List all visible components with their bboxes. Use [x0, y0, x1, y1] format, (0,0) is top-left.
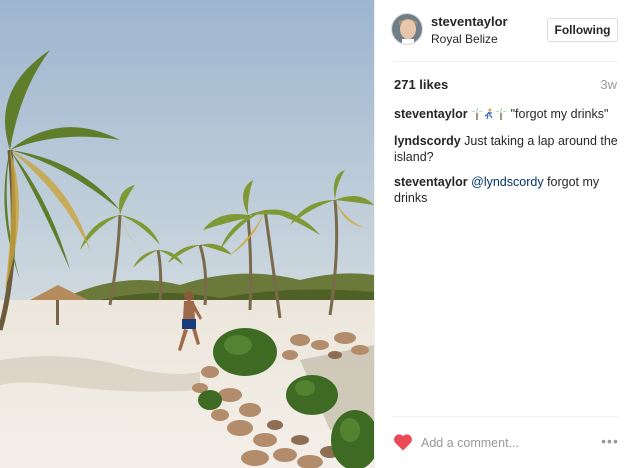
comment-username[interactable]: lyndscordy — [394, 134, 461, 148]
comment-caption: steventaylor "forgot my drinks" — [394, 106, 619, 124]
post-details-panel: steventaylor Royal Belize Following 271 … — [374, 0, 635, 468]
comment-username[interactable]: steventaylor — [394, 175, 468, 189]
author-username[interactable]: steventaylor — [431, 14, 508, 29]
comment-item: lyndscordy Just taking a lap around the … — [394, 133, 619, 165]
beach-photo-illustration — [0, 0, 374, 468]
comment-item: steventaylor @lyndscordy forgot my drink… — [394, 174, 619, 206]
heart-like-icon[interactable] — [393, 433, 413, 451]
likes-count[interactable]: 271 likes — [394, 77, 448, 92]
following-button[interactable]: Following — [547, 18, 618, 42]
comment-username[interactable]: steventaylor — [394, 107, 468, 121]
comment-text: "forgot my drinks" — [510, 107, 609, 121]
person-running-icon — [483, 108, 495, 124]
palm-tree-icon — [495, 108, 508, 124]
post-time[interactable]: 3w — [600, 77, 617, 92]
divider — [393, 61, 618, 62]
post-location[interactable]: Royal Belize — [431, 32, 498, 46]
comment-mention-link[interactable]: @lyndscordy — [471, 175, 543, 189]
more-options-icon[interactable]: ••• — [599, 433, 621, 449]
avatar[interactable] — [391, 13, 423, 45]
comments-list: steventaylor "forgot my drinks" lyndscor… — [394, 106, 619, 215]
divider — [393, 416, 618, 417]
add-comment-input[interactable] — [421, 434, 571, 452]
post-header: steventaylor Royal Belize Following — [375, 0, 635, 62]
post-photo[interactable] — [0, 0, 374, 468]
palm-tree-icon — [471, 108, 484, 124]
